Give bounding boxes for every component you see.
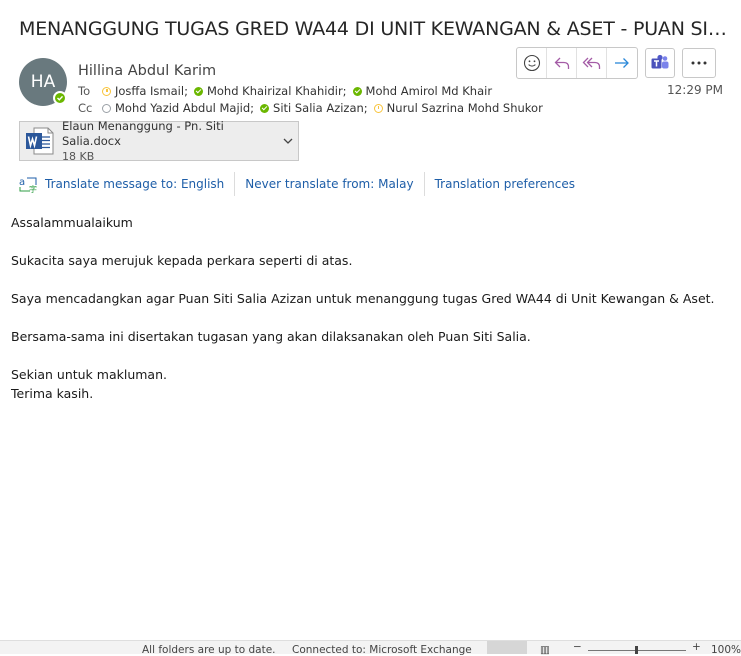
react-button[interactable] [517,48,547,78]
cc-recipients-row: Cc Mohd Yazid Abdul Majid; Siti Salia Az… [78,101,543,115]
recipient-cc-1[interactable]: Mohd Yazid Abdul Majid; [100,101,254,115]
recipient-name: Siti Salia Azizan; [273,101,368,115]
body-paragraph: Sukacita saya merujuk kepada perkara sep… [11,253,353,268]
attachment-menu-button[interactable] [278,137,298,145]
recipient-name: Mohd Khairizal Khahidir; [206,84,347,98]
chevron-down-icon [283,138,293,144]
more-actions-button[interactable] [682,48,716,78]
recipient-to-3[interactable]: Mohd Amirol Md Khair [351,84,493,98]
forward-button[interactable] [607,48,637,78]
divider [234,172,236,196]
sender-presence-icon [53,91,67,105]
reply-all-button[interactable] [577,48,607,78]
attachment-details: Elaun Menanggung - Pn. Siti Salia.docx 1… [62,119,278,164]
body-paragraph: Sekian untuk makluman. [11,367,167,382]
recipient-cc-3[interactable]: Nurul Sazrina Mohd Shukor [372,101,543,115]
translate-message-link[interactable]: Translate message to: English [45,177,224,191]
body-paragraph: Bersama-sama ini disertakan tugasan yang… [11,329,531,344]
attachment-card[interactable]: Elaun Menanggung - Pn. Siti Salia.docx 1… [19,119,299,164]
svg-text:a: a [19,177,25,188]
translation-bar: a 字 Translate message to: English Never … [18,172,575,196]
smiley-icon [523,54,540,72]
sender-name[interactable]: Hillina Abdul Karim [78,63,216,79]
translation-preferences-link[interactable]: Translation preferences [435,177,575,191]
offline-presence-icon [102,103,111,113]
recipient-name: Josffa Ismail; [115,84,188,98]
avatar-initials: HA [30,72,56,92]
recipient-to-1[interactable]: Josffa Ismail; [100,84,188,98]
zoom-in-button[interactable]: + [692,641,701,653]
cc-label: Cc [78,101,93,115]
body-paragraph: Terima kasih. [11,386,94,401]
zoom-level[interactable]: 100% [711,644,741,656]
away-presence-icon [102,86,111,96]
body-paragraph: Saya mencadangkan agar Puan Siti Salia A… [11,291,715,306]
never-translate-link[interactable]: Never translate from: Malay [245,177,413,191]
recipient-to-2[interactable]: Mohd Khairizal Khahidir; [192,84,347,98]
reply-icon [554,57,569,69]
to-label: To [78,84,91,98]
away-presence-icon [373,103,383,113]
divider [423,172,425,196]
status-bar: All folders are up to date. Connected to… [0,640,741,656]
svg-text:字: 字 [29,184,37,194]
available-presence-icon [352,86,362,96]
recipient-name: Nurul Sazrina Mohd Shukor [386,101,543,115]
more-icon [691,61,707,65]
action-button-group [516,47,638,79]
sent-time: 12:29 PM [667,83,723,97]
reply-button[interactable] [547,48,577,78]
recipient-cc-2[interactable]: Siti Salia Azizan; [258,101,368,115]
connection-status: Connected to: Microsoft Exchange [292,644,472,656]
message-body: Assalammualaikum Sukacita saya merujuk k… [11,213,731,403]
forward-icon [615,58,629,68]
body-paragraph: Assalammualaikum [11,215,133,230]
reply-all-icon [582,57,600,69]
message-actions [516,47,716,79]
zoom-out-button[interactable]: − [573,641,582,653]
attachment-size: 18 KB [62,149,95,163]
translate-icon: a 字 [19,177,37,194]
attachment-filename: Elaun Menanggung - Pn. Siti Salia.docx [62,118,224,148]
normal-view-button[interactable] [487,641,527,654]
available-presence-icon [260,103,270,113]
word-doc-icon [24,125,56,157]
available-presence-icon [193,86,203,96]
reading-view-icon[interactable]: ▥ [540,644,550,656]
recipient-name: Mohd Yazid Abdul Majid; [115,101,255,115]
recipient-name: Mohd Amirol Md Khair [365,84,493,98]
teams-button[interactable] [645,48,675,78]
teams-icon [651,54,669,69]
email-subject: MENANGGUNG TUGAS GRED WA44 DI UNIT KEWAN… [19,18,731,40]
sync-status: All folders are up to date. [142,644,276,656]
to-recipients-row: To Josffa Ismail; Mohd Khairizal Khahidi… [78,84,492,98]
